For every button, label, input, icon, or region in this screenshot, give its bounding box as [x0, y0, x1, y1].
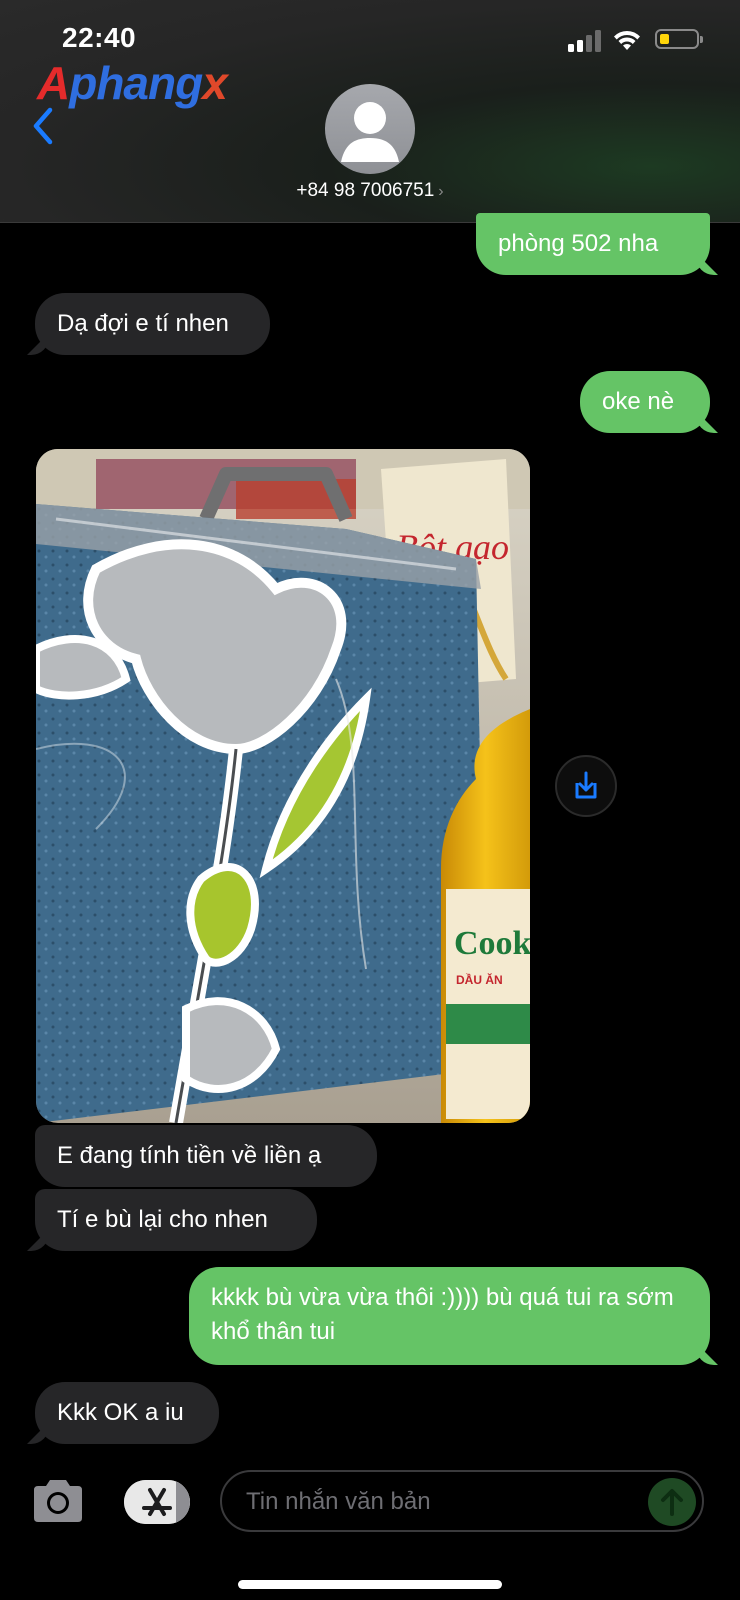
- message-input[interactable]: [244, 1472, 628, 1532]
- message-bubble-incoming[interactable]: Kkk OK a iu: [35, 1382, 219, 1444]
- message-input-container: [220, 1470, 704, 1532]
- message-bubble-incoming[interactable]: E đang tính tiền về liền ạ: [35, 1125, 377, 1187]
- home-indicator[interactable]: [238, 1580, 502, 1589]
- camera-icon[interactable]: [30, 1478, 86, 1524]
- save-photo-button[interactable]: [555, 755, 617, 817]
- message-bubble-incoming[interactable]: Tí e bù lại cho nhen: [35, 1189, 317, 1251]
- cellular-signal-icon: [568, 30, 601, 52]
- bottle-label-text: DẦU ĂN: [456, 972, 503, 987]
- message-bubble-outgoing[interactable]: oke nè: [580, 371, 710, 433]
- app-store-icon: [124, 1480, 190, 1524]
- app-store-button[interactable]: [124, 1480, 190, 1524]
- bottle-brand-text: Cooki: [454, 925, 530, 962]
- photo-attachment[interactable]: Bột gạo Cooki DẦU ĂN: [36, 449, 530, 1123]
- battery-icon: [655, 29, 703, 49]
- back-chevron-icon[interactable]: [28, 104, 58, 148]
- send-arrow-icon: [661, 1489, 683, 1516]
- composer-bar: [0, 1452, 740, 1600]
- message-bubble-outgoing[interactable]: phòng 502 nha: [476, 213, 710, 275]
- message-bubble-outgoing[interactable]: kkkk bù vừa vừa thôi :)))) bù quá tui ra…: [189, 1267, 710, 1365]
- status-time: 22:40: [62, 22, 137, 53]
- send-button[interactable]: [648, 1478, 696, 1526]
- wifi-icon: [614, 30, 640, 50]
- chevron-right-icon: ›: [438, 183, 444, 200]
- save-photo-icon: [575, 771, 597, 799]
- message-bubble-incoming[interactable]: Dạ đợi e tí nhen: [35, 293, 270, 355]
- conversation-header: 22:40 Aphangx +84 98 7006751 ›: [0, 0, 740, 223]
- contact-phone-number[interactable]: +84 98 7006751 ›: [0, 180, 740, 202]
- watermark-logo: Aphangx: [37, 57, 228, 109]
- contact-avatar-icon[interactable]: [325, 84, 415, 174]
